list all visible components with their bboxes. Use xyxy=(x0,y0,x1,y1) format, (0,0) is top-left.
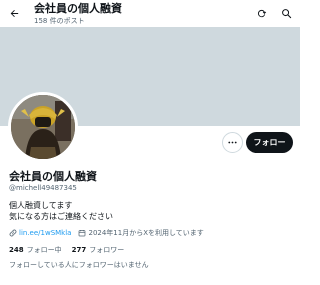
following-label: フォロー中 xyxy=(26,245,62,254)
followers-label: フォロワー xyxy=(89,245,125,254)
header-title: 会社員の個人融資 xyxy=(34,2,122,15)
search-icon xyxy=(281,8,291,18)
bio-line: 個人融資してます xyxy=(9,201,73,210)
post-count-label: 件のポスト xyxy=(49,17,85,25)
header-title-block: 会社員の個人融資 158 件のポスト xyxy=(34,2,122,26)
follow-button[interactable]: フォロー xyxy=(246,132,293,153)
avatar[interactable] xyxy=(8,92,78,162)
more-icon xyxy=(228,141,237,144)
refresh-button[interactable] xyxy=(253,5,269,21)
refresh-icon xyxy=(257,9,266,17)
profile-bio: 個人融資してます 気になる方はご連絡ください xyxy=(9,200,113,222)
top-bar: 会社員の個人融資 158 件のポスト xyxy=(0,0,300,27)
back-button[interactable] xyxy=(5,4,23,22)
followers-link[interactable]: 277 フォロワー xyxy=(72,245,125,255)
back-arrow-icon xyxy=(10,9,18,17)
following-count: 248 xyxy=(9,245,24,254)
search-button[interactable] xyxy=(278,5,294,21)
link-icon xyxy=(9,229,17,236)
calendar-icon xyxy=(79,229,86,236)
more-options-button[interactable] xyxy=(222,132,243,153)
followed-by-note: フォローしている人にフォロワーはいません xyxy=(9,261,149,269)
joined-date: 2024年11月からXを利用しています xyxy=(88,228,204,237)
profile-name: 会社員の個人融資 xyxy=(9,170,97,183)
post-count-number: 158 xyxy=(34,17,48,25)
profile-stats: 248 フォロー中 277 フォロワー xyxy=(9,244,124,255)
avatar-image xyxy=(11,95,75,159)
post-count: 158 件のポスト xyxy=(34,16,122,26)
bio-line: 気になる方はご連絡ください xyxy=(9,212,113,221)
profile-meta: lin.ee/1wSMkla 2024年11月からXを利用しています xyxy=(9,227,204,238)
followers-count: 277 xyxy=(71,245,87,254)
profile-link[interactable]: lin.ee/1wSMkla xyxy=(19,229,71,237)
following-link[interactable]: 248 フォロー中 xyxy=(9,245,62,255)
profile-handle: @michell49487345 xyxy=(9,184,77,192)
